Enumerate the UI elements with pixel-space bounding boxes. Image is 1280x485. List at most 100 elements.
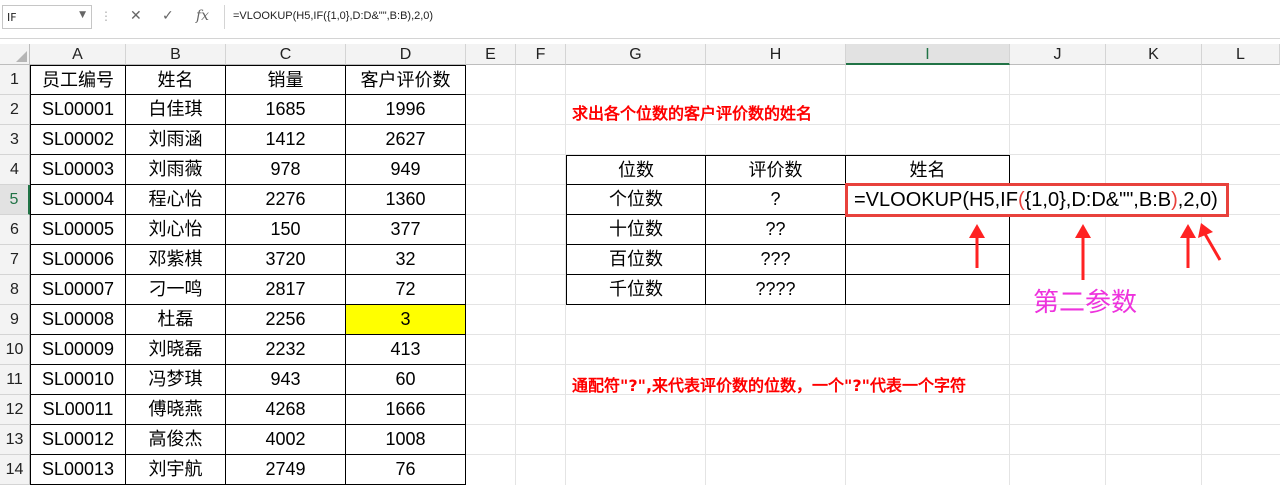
table-cell[interactable]: 杜磊 xyxy=(126,305,226,335)
row-header-5[interactable]: 5 xyxy=(0,185,30,215)
table-header-cell[interactable]: 销量 xyxy=(226,65,346,95)
table-cell[interactable]: 1360 xyxy=(346,185,466,215)
column-header-g[interactable]: G xyxy=(566,44,706,65)
column-header-d[interactable]: D xyxy=(346,44,466,65)
table-cell[interactable]: 1666 xyxy=(346,395,466,425)
lookup-header-cell[interactable]: 姓名 xyxy=(846,155,1010,185)
column-header-f[interactable]: F xyxy=(516,44,566,65)
table-cell[interactable]: 高俊杰 xyxy=(126,425,226,455)
lookup-cell[interactable]: ? xyxy=(706,185,846,215)
select-all-corner[interactable] xyxy=(0,44,30,65)
table-cell[interactable]: 刘心怡 xyxy=(126,215,226,245)
table-cell[interactable]: SL00009 xyxy=(30,335,126,365)
row-header-8[interactable]: 8 xyxy=(0,275,30,305)
table-cell[interactable]: 1685 xyxy=(226,95,346,125)
row-header-12[interactable]: 12 xyxy=(0,395,30,425)
table-cell[interactable]: SL00005 xyxy=(30,215,126,245)
row-header-2[interactable]: 2 xyxy=(0,95,30,125)
column-header-l[interactable]: L xyxy=(1202,44,1280,65)
table-cell[interactable]: 60 xyxy=(346,365,466,395)
row-header-14[interactable]: 14 xyxy=(0,455,30,485)
column-header-e[interactable]: E xyxy=(466,44,516,65)
insert-function-icon[interactable]: fx xyxy=(196,8,209,24)
confirm-icon[interactable]: ✓ xyxy=(162,8,174,24)
row-header-3[interactable]: 3 xyxy=(0,125,30,155)
table-cell[interactable]: 2256 xyxy=(226,305,346,335)
column-header-a[interactable]: A xyxy=(30,44,126,65)
lookup-cell[interactable]: ?? xyxy=(706,215,846,245)
table-cell[interactable]: 1008 xyxy=(346,425,466,455)
row-header-4[interactable]: 4 xyxy=(0,155,30,185)
row-header-6[interactable]: 6 xyxy=(0,215,30,245)
lookup-cell[interactable]: 十位数 xyxy=(566,215,706,245)
column-header-j[interactable]: J xyxy=(1010,44,1106,65)
table-cell[interactable]: 傅晓燕 xyxy=(126,395,226,425)
table-cell[interactable]: 刘雨薇 xyxy=(126,155,226,185)
row-header-10[interactable]: 10 xyxy=(0,335,30,365)
table-cell[interactable]: SL00004 xyxy=(30,185,126,215)
row-header-11[interactable]: 11 xyxy=(0,365,30,395)
table-cell[interactable]: 1996 xyxy=(346,95,466,125)
table-cell[interactable]: 2817 xyxy=(226,275,346,305)
table-cell[interactable]: SL00008 xyxy=(30,305,126,335)
table-cell[interactable]: 刘雨涵 xyxy=(126,125,226,155)
table-cell[interactable]: 4268 xyxy=(226,395,346,425)
table-cell[interactable]: SL00006 xyxy=(30,245,126,275)
column-header-h[interactable]: H xyxy=(706,44,846,65)
table-cell[interactable]: SL00010 xyxy=(30,365,126,395)
row-header-13[interactable]: 13 xyxy=(0,425,30,455)
lookup-header-cell[interactable]: 评价数 xyxy=(706,155,846,185)
table-cell[interactable]: 白佳琪 xyxy=(126,95,226,125)
row-header-7[interactable]: 7 xyxy=(0,245,30,275)
table-header-cell[interactable]: 客户评价数 xyxy=(346,65,466,95)
table-cell[interactable]: SL00007 xyxy=(30,275,126,305)
table-header-cell[interactable]: 姓名 xyxy=(126,65,226,95)
column-header-i[interactable]: I xyxy=(846,44,1010,65)
table-cell[interactable]: 2276 xyxy=(226,185,346,215)
table-cell[interactable]: 邓紫棋 xyxy=(126,245,226,275)
table-cell[interactable]: 978 xyxy=(226,155,346,185)
table-cell[interactable]: SL00011 xyxy=(30,395,126,425)
table-cell[interactable]: 2749 xyxy=(226,455,346,485)
lookup-cell[interactable]: ??? xyxy=(706,245,846,275)
table-cell[interactable]: 程心怡 xyxy=(126,185,226,215)
table-header-cell[interactable]: 员工编号 xyxy=(30,65,126,95)
formula-input[interactable]: =VLOOKUP(H5,IF({1,0},D:D&"",B:B),2,0) xyxy=(224,5,1279,29)
column-header-c[interactable]: C xyxy=(226,44,346,65)
table-cell[interactable]: 刘晓磊 xyxy=(126,335,226,365)
table-cell[interactable]: 150 xyxy=(226,215,346,245)
table-cell[interactable]: 413 xyxy=(346,335,466,365)
lookup-cell[interactable]: 百位数 xyxy=(566,245,706,275)
row-header-1[interactable]: 1 xyxy=(0,65,30,95)
table-cell[interactable]: 76 xyxy=(346,455,466,485)
table-cell[interactable]: 943 xyxy=(226,365,346,395)
table-cell[interactable]: SL00003 xyxy=(30,155,126,185)
table-cell[interactable]: 1412 xyxy=(226,125,346,155)
table-cell[interactable]: 刘宇航 xyxy=(126,455,226,485)
table-cell[interactable]: 32 xyxy=(346,245,466,275)
column-header-b[interactable]: B xyxy=(126,44,226,65)
table-cell[interactable]: 冯梦琪 xyxy=(126,365,226,395)
lookup-cell[interactable] xyxy=(846,275,1010,305)
table-cell[interactable]: SL00002 xyxy=(30,125,126,155)
table-cell[interactable]: 3 xyxy=(346,305,466,335)
row-header-9[interactable]: 9 xyxy=(0,305,30,335)
lookup-cell[interactable]: 千位数 xyxy=(566,275,706,305)
table-cell[interactable]: SL00013 xyxy=(30,455,126,485)
column-header-k[interactable]: K xyxy=(1106,44,1202,65)
chevron-down-icon[interactable]: ▼ xyxy=(79,10,86,20)
lookup-cell[interactable]: ???? xyxy=(706,275,846,305)
table-cell[interactable]: 377 xyxy=(346,215,466,245)
table-cell[interactable]: 4002 xyxy=(226,425,346,455)
table-cell[interactable]: 2232 xyxy=(226,335,346,365)
table-cell[interactable]: 72 xyxy=(346,275,466,305)
formula-edit-cell[interactable]: =VLOOKUP(H5,IF({1,0},D:D&"",B:B),2,0) xyxy=(845,183,1229,217)
cancel-icon[interactable]: ✕ xyxy=(130,8,142,24)
table-cell[interactable]: 3720 xyxy=(226,245,346,275)
name-box[interactable]: IF ▼ xyxy=(2,5,92,29)
lookup-cell[interactable]: 个位数 xyxy=(566,185,706,215)
lookup-header-cell[interactable]: 位数 xyxy=(566,155,706,185)
table-cell[interactable]: SL00001 xyxy=(30,95,126,125)
table-cell[interactable]: 刁一鸣 xyxy=(126,275,226,305)
table-cell[interactable]: 2627 xyxy=(346,125,466,155)
